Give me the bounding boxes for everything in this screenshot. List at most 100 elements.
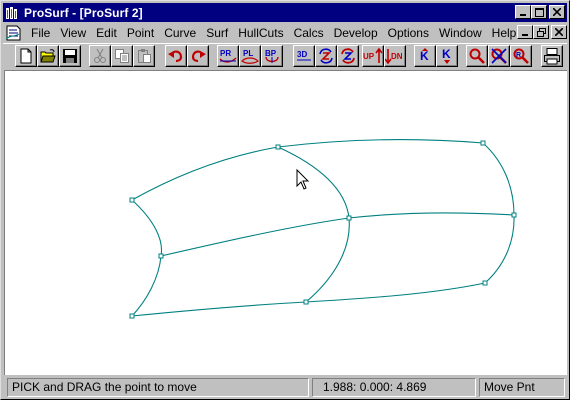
mouse-pointer-icon: [296, 168, 310, 190]
zoom-reset-button[interactable]: R: [510, 45, 532, 67]
rotate-z-icon: [319, 48, 333, 64]
svg-text:K: K: [420, 49, 429, 63]
control-point[interactable]: [158, 253, 164, 259]
rotate-z-button[interactable]: [315, 45, 337, 67]
doc-minimize-button[interactable]: [517, 25, 533, 39]
control-point[interactable]: [482, 280, 488, 286]
open-button[interactable]: [37, 45, 59, 67]
rotate-up-button[interactable]: UP: [362, 45, 384, 67]
menu-file[interactable]: File: [26, 24, 55, 42]
control-point[interactable]: [129, 313, 135, 319]
control-point[interactable]: [129, 197, 135, 203]
plan-view-button[interactable]: PL: [239, 45, 261, 67]
copy-button[interactable]: [111, 45, 133, 67]
zoom-icon: [469, 48, 485, 64]
svg-text:UP: UP: [363, 52, 375, 61]
zoom-button[interactable]: [466, 45, 488, 67]
forward-section-curve[interactable]: [482, 142, 515, 284]
close-icon: [553, 8, 561, 16]
zoom-cancel-icon: [491, 48, 507, 64]
minimize-icon: [520, 14, 526, 16]
open-folder-icon: [40, 49, 56, 63]
menu-options[interactable]: Options: [383, 24, 434, 42]
menu-window[interactable]: Window: [434, 24, 487, 42]
prosurf-app-icon[interactable]: [5, 5, 21, 20]
menu-surf[interactable]: Surf: [201, 24, 233, 42]
control-point[interactable]: [480, 140, 486, 146]
svg-text:K: K: [442, 47, 451, 61]
svg-text:3D: 3D: [297, 50, 307, 59]
aft-section-curve[interactable]: [131, 199, 163, 317]
cut-button[interactable]: [89, 45, 111, 67]
document-icon[interactable]: [5, 25, 23, 41]
cut-scissors-icon: [94, 48, 106, 63]
rotate-down-icon: DN: [385, 49, 403, 65]
top-edge-curve[interactable]: [131, 139, 484, 201]
rotate-alt-button[interactable]: [337, 45, 359, 67]
svg-text:PR: PR: [220, 49, 231, 58]
paste-button[interactable]: [133, 45, 155, 67]
status-coordinates: 1.988: 0.000: 4.869: [312, 378, 476, 397]
redo-icon: [191, 50, 206, 63]
undo-button[interactable]: [165, 45, 187, 67]
drawing-canvas[interactable]: [4, 70, 567, 375]
zoom-cancel-button[interactable]: [488, 45, 510, 67]
new-file-icon: [20, 48, 32, 64]
paste-icon: [138, 49, 151, 63]
zoom-reset-icon: R: [513, 48, 529, 64]
rotate-down-button[interactable]: DN: [384, 45, 406, 67]
3d-view-button[interactable]: 3D: [293, 45, 315, 67]
save-button[interactable]: [59, 45, 81, 67]
maximize-button[interactable]: [531, 5, 547, 19]
doc-restore-button[interactable]: [533, 25, 549, 39]
status-bar: PICK and DRAG the point to move 1.988: 0…: [3, 376, 567, 398]
print-button[interactable]: [541, 45, 563, 67]
surface-wireframe[interactable]: [5, 71, 568, 376]
maximize-icon: [534, 7, 544, 17]
profile-view-button[interactable]: PR: [217, 45, 239, 67]
k-up-icon: K: [420, 48, 429, 63]
new-file-button[interactable]: [15, 45, 37, 67]
minimize-button[interactable]: [515, 5, 531, 19]
svg-text:R: R: [516, 52, 521, 59]
close-button[interactable]: [549, 5, 565, 19]
menu-calcs[interactable]: Calcs: [289, 24, 329, 42]
menu-point[interactable]: Point: [122, 24, 159, 42]
rotate-up-icon: UP: [363, 47, 383, 63]
minimize-icon: [522, 34, 528, 36]
undo-icon: [168, 50, 183, 63]
3d-view-icon: 3D: [297, 50, 311, 61]
window-title: ProSurf - [ProSurf 2]: [24, 5, 143, 20]
close-icon: [555, 28, 563, 36]
k-down-button[interactable]: K: [436, 45, 458, 67]
menu-develop[interactable]: Develop: [329, 24, 383, 42]
menu-view[interactable]: View: [55, 24, 91, 42]
status-mode: Move Pnt: [479, 378, 565, 397]
print-icon: [544, 48, 560, 65]
body-plan-button[interactable]: BP: [261, 45, 283, 67]
svg-text:DN: DN: [391, 52, 403, 61]
toolbar: PR PL BP 3D UP DN K K R: [3, 43, 567, 69]
control-point[interactable]: [275, 144, 281, 150]
app-window: ProSurf - [ProSurf 2] File View Edit Poi…: [0, 0, 570, 400]
k-up-button[interactable]: K: [414, 45, 436, 67]
status-message: PICK and DRAG the point to move: [7, 378, 309, 397]
plan-view-icon: PL: [241, 49, 259, 64]
control-point[interactable]: [511, 212, 517, 218]
copy-icon: [115, 49, 129, 63]
redo-button[interactable]: [187, 45, 209, 67]
menu-curve[interactable]: Curve: [159, 24, 201, 42]
save-disk-icon: [63, 49, 77, 63]
menu-hullcuts[interactable]: HullCuts: [233, 24, 288, 42]
doc-close-button[interactable]: [551, 25, 567, 39]
control-point[interactable]: [346, 215, 352, 221]
restore-icon: [536, 27, 546, 37]
title-bar[interactable]: ProSurf - [ProSurf 2]: [3, 3, 567, 22]
svg-text:BP: BP: [265, 49, 277, 58]
middle-longitudinal-curve[interactable]: [160, 212, 515, 257]
menu-edit[interactable]: Edit: [91, 24, 122, 42]
k-down-icon: K: [442, 47, 451, 64]
svg-text:PL: PL: [243, 49, 253, 58]
mid-section-curve[interactable]: [277, 146, 350, 303]
control-point[interactable]: [303, 299, 309, 305]
